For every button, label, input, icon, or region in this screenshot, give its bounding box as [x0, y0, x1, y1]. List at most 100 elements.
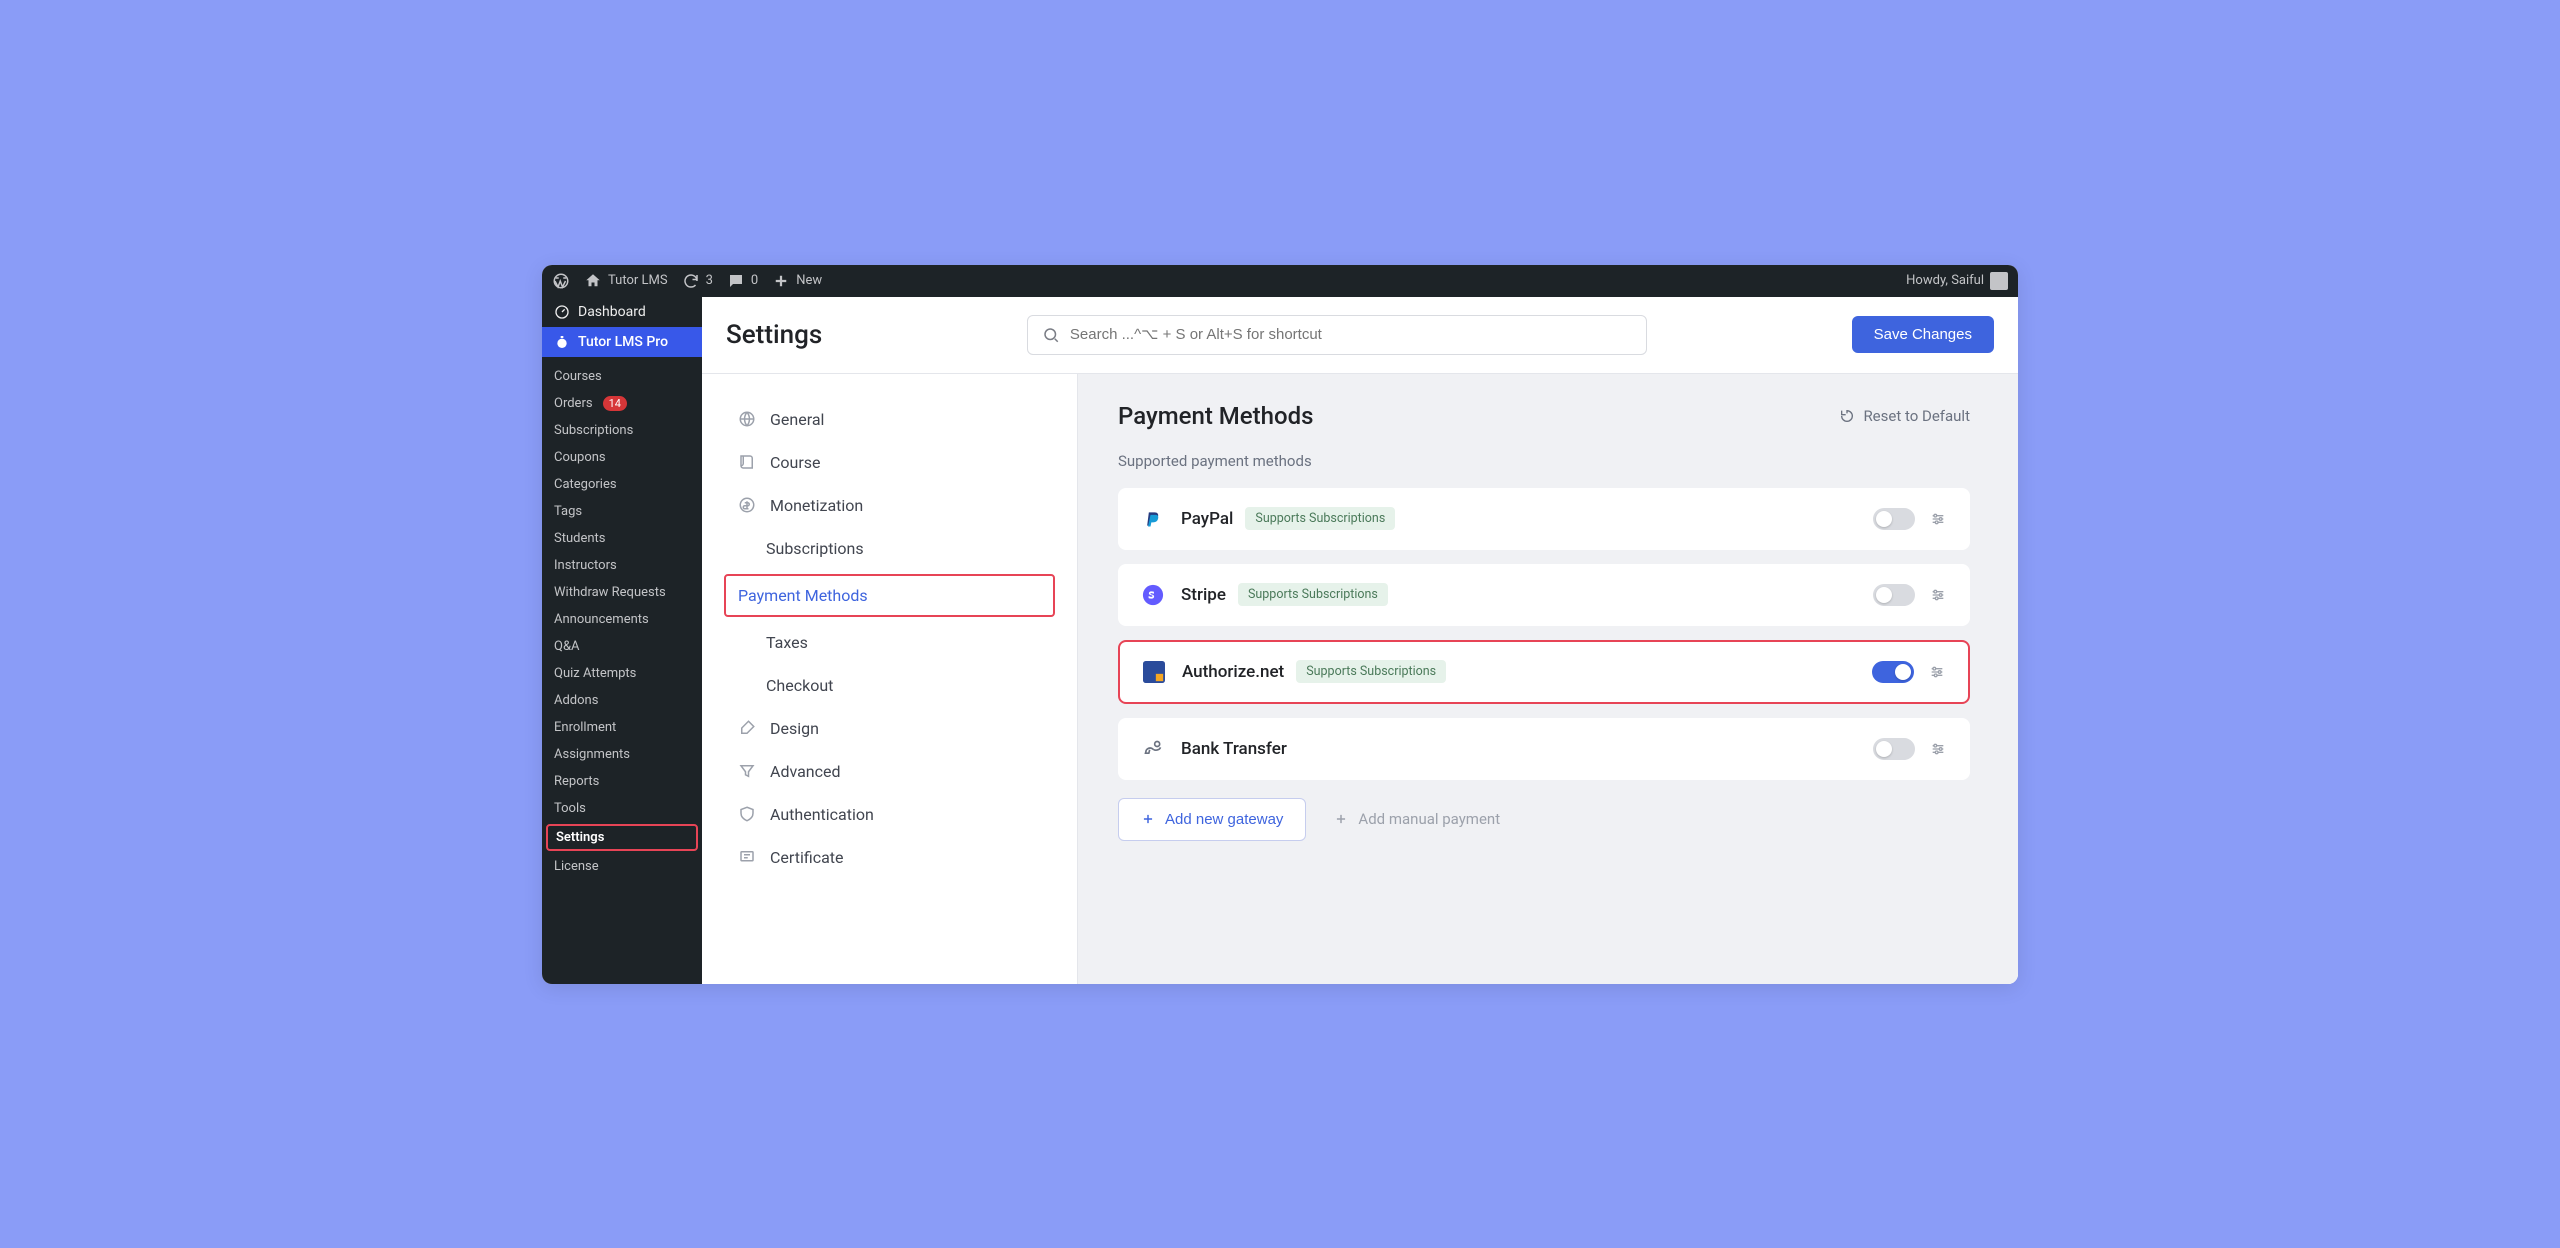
user-menu[interactable]: Howdy, Saiful	[1906, 272, 2008, 290]
sidebar-item-reports[interactable]: Reports	[542, 768, 702, 795]
configure-icon[interactable]	[1929, 510, 1947, 528]
add-gateway-label: Add new gateway	[1165, 811, 1283, 828]
plus-icon	[772, 272, 790, 290]
sidebar-item-dashboard[interactable]: Dashboard	[542, 297, 702, 327]
add-manual-payment-link[interactable]: Add manual payment	[1334, 810, 1500, 828]
configure-icon[interactable]	[1929, 586, 1947, 604]
sidebar-item-license[interactable]: License	[542, 853, 702, 880]
wordpress-icon	[552, 272, 570, 290]
nav-item-advanced[interactable]: Advanced	[738, 750, 1041, 793]
new-link[interactable]: New	[772, 272, 822, 290]
sidebar-item-orders[interactable]: Orders 14	[542, 390, 702, 417]
plus-icon	[1141, 812, 1155, 826]
nav-item-taxes[interactable]: Taxes	[738, 621, 1041, 664]
sidebar-item-announcements[interactable]: Announcements	[542, 606, 702, 633]
brush-icon	[738, 719, 756, 737]
dashboard-label: Dashboard	[578, 304, 646, 320]
nav-item-label: Certificate	[770, 848, 844, 867]
method-name: PayPal	[1181, 509, 1233, 529]
configure-icon[interactable]	[1928, 663, 1946, 681]
method-name: Authorize.net	[1182, 662, 1284, 682]
content-area: Payment Methods Reset to Default Support…	[1078, 374, 2018, 984]
toggle-bank-transfer[interactable]	[1873, 738, 1915, 760]
comments-link[interactable]: 0	[727, 272, 758, 290]
add-manual-label: Add manual payment	[1358, 810, 1500, 828]
updates-link[interactable]: 3	[682, 272, 713, 290]
reset-to-default-link[interactable]: Reset to Default	[1839, 407, 1970, 425]
sidebar-item-label: Enrollment	[554, 720, 616, 735]
supports-subscriptions-badge: Supports Subscriptions	[1238, 583, 1388, 606]
save-changes-button[interactable]: Save Changes	[1852, 316, 1994, 353]
wp-logo[interactable]	[552, 272, 570, 290]
shield-icon	[738, 805, 756, 823]
search-box[interactable]	[1027, 315, 1647, 355]
sidebar-item-tags[interactable]: Tags	[542, 498, 702, 525]
sidebar-item-instructors[interactable]: Instructors	[542, 552, 702, 579]
paypal-icon	[1141, 507, 1165, 531]
sidebar-item-categories[interactable]: Categories	[542, 471, 702, 498]
sidebar-item-withdraw-requests[interactable]: Withdraw Requests	[542, 579, 702, 606]
nav-item-label: Course	[770, 453, 821, 472]
main-panel: Settings Save Changes General Course Monet…	[702, 297, 2018, 984]
nav-item-subscriptions[interactable]: Subscriptions	[738, 527, 1041, 570]
sidebar-item-q-a[interactable]: Q&A	[542, 633, 702, 660]
configure-icon[interactable]	[1929, 740, 1947, 758]
bank-icon	[1141, 737, 1165, 761]
active-parent-label: Tutor LMS Pro	[578, 334, 668, 350]
nav-item-monetization[interactable]: Monetization	[738, 484, 1041, 527]
sidebar-item-label: Q&A	[554, 639, 580, 654]
search-input[interactable]	[1070, 326, 1632, 343]
nav-item-label: Subscriptions	[766, 539, 864, 558]
sidebar-item-assignments[interactable]: Assignments	[542, 741, 702, 768]
nav-item-label: Taxes	[766, 633, 808, 652]
sidebar-item-label: Announcements	[554, 612, 649, 627]
add-new-gateway-button[interactable]: Add new gateway	[1118, 798, 1306, 841]
stopwatch-icon	[554, 334, 570, 350]
badge: 14	[603, 396, 627, 411]
sidebar-item-label: Categories	[554, 477, 617, 492]
greeting: Howdy, Saiful	[1906, 273, 1984, 288]
payment-method-bank-transfer: Bank Transfer	[1118, 718, 1970, 780]
nav-item-course[interactable]: Course	[738, 441, 1041, 484]
refresh-icon	[682, 272, 700, 290]
sidebar-item-label: Coupons	[554, 450, 606, 465]
site-home-link[interactable]: Tutor LMS	[584, 272, 668, 290]
updates-count: 3	[706, 273, 713, 288]
sidebar-item-settings[interactable]: Settings	[546, 824, 698, 851]
stripe-icon	[1141, 583, 1165, 607]
sidebar-item-quiz-attempts[interactable]: Quiz Attempts	[542, 660, 702, 687]
sidebar-item-label: Tags	[554, 504, 582, 519]
sidebar-item-addons[interactable]: Addons	[542, 687, 702, 714]
nav-item-certificate[interactable]: Certificate	[738, 836, 1041, 879]
payment-method-stripe: StripeSupports Subscriptions	[1118, 564, 1970, 626]
nav-item-authentication[interactable]: Authentication	[738, 793, 1041, 836]
sidebar-item-coupons[interactable]: Coupons	[542, 444, 702, 471]
app-window: Tutor LMS 3 0 New Howdy, Saiful	[542, 265, 2018, 984]
sidebar-item-label: License	[554, 859, 599, 874]
nav-item-label: Checkout	[766, 676, 833, 695]
settings-header: Settings Save Changes	[702, 297, 2018, 374]
sidebar-item-students[interactable]: Students	[542, 525, 702, 552]
sidebar-item-tools[interactable]: Tools	[542, 795, 702, 822]
nav-item-checkout[interactable]: Checkout	[738, 664, 1041, 707]
nav-item-general[interactable]: General	[738, 398, 1041, 441]
toggle-paypal[interactable]	[1873, 508, 1915, 530]
nav-item-design[interactable]: Design	[738, 707, 1041, 750]
sidebar-item-tutor-lms-pro[interactable]: Tutor LMS Pro	[542, 327, 702, 357]
nav-item-payment-methods[interactable]: Payment Methods	[724, 574, 1055, 617]
wp-submenu: Courses Orders 14 Subscriptions Coupons Categ…	[542, 357, 702, 886]
plus-icon	[1334, 812, 1348, 826]
site-name: Tutor LMS	[608, 273, 668, 288]
toggle-stripe[interactable]	[1873, 584, 1915, 606]
toggle-authorize-net[interactable]	[1872, 661, 1914, 683]
sidebar-item-courses[interactable]: Courses	[542, 363, 702, 390]
sidebar-item-label: Addons	[554, 693, 598, 708]
payment-method-authorize-net: Authorize.netSupports Subscriptions	[1118, 640, 1970, 704]
sidebar-item-label: Orders	[554, 396, 593, 411]
nav-item-label: Payment Methods	[738, 586, 868, 605]
globe-icon	[738, 410, 756, 428]
sidebar-item-subscriptions[interactable]: Subscriptions	[542, 417, 702, 444]
sidebar-item-enrollment[interactable]: Enrollment	[542, 714, 702, 741]
sidebar-item-label: Withdraw Requests	[554, 585, 666, 600]
nav-item-label: Design	[770, 719, 819, 738]
